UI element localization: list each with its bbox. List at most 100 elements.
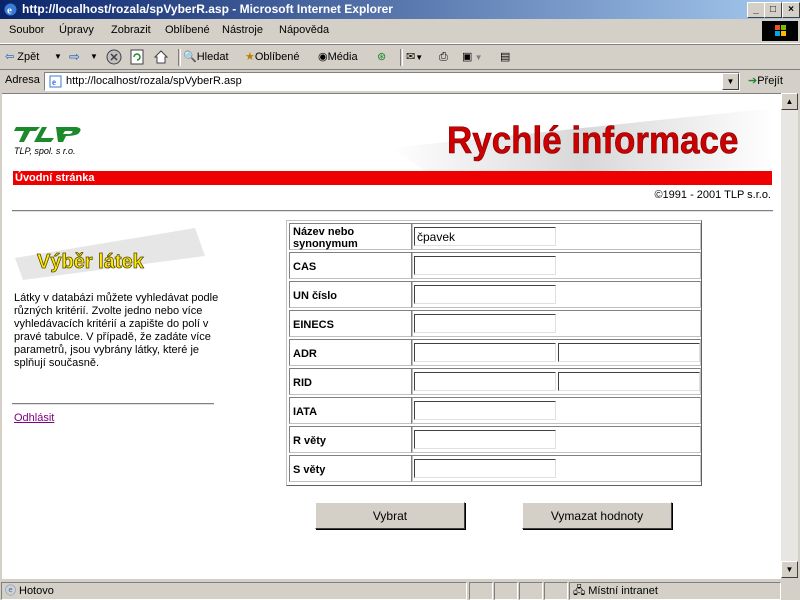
field-cell xyxy=(411,426,701,453)
reset-button[interactable]: Vymazat hodnoty xyxy=(522,502,672,529)
stop-icon xyxy=(106,49,122,65)
search-form-table: Název nebo synonymum CAS UN číslo EINECS… xyxy=(286,220,702,486)
status-text-panel: ⓔ Hotovo xyxy=(1,582,467,600)
field-label: RID xyxy=(289,368,413,395)
address-dropdown-icon[interactable]: ▼ xyxy=(722,73,739,90)
menu-upravy[interactable]: Úpravy xyxy=(59,24,94,36)
banner-title: Rychlé informace xyxy=(447,119,738,162)
adr-input[interactable] xyxy=(414,343,556,362)
form-row: ADR xyxy=(289,339,701,366)
menu-nastroje[interactable]: Nástroje xyxy=(222,24,263,36)
close-button[interactable]: × xyxy=(782,2,800,18)
menu-soubor[interactable]: Soubor xyxy=(9,24,44,36)
field-cell xyxy=(411,310,701,337)
menu-zobrazit[interactable]: Zobrazit xyxy=(111,24,151,36)
form-row: CAS xyxy=(289,252,701,279)
page-icon: e xyxy=(49,75,62,88)
s-phrases-input[interactable] xyxy=(414,459,556,478)
windows-logo-icon xyxy=(762,21,798,41)
discuss-button[interactable]: ▤ xyxy=(500,49,510,65)
history-button[interactable]: ⊛ xyxy=(377,49,386,65)
vertical-scrollbar[interactable]: ▲ ▼ xyxy=(781,93,798,578)
field-cell xyxy=(411,397,701,424)
field-cell xyxy=(411,252,701,279)
field-label: UN číslo xyxy=(289,281,413,308)
status-page-icon: ⓔ xyxy=(5,585,16,597)
divider xyxy=(12,210,773,212)
stop-button[interactable] xyxy=(106,49,122,65)
home-icon xyxy=(153,50,169,64)
zone-panel: 🖧 Místní intranet xyxy=(569,582,781,600)
iata-input[interactable] xyxy=(414,401,556,420)
menu-oblibene[interactable]: Oblíbené xyxy=(165,24,210,36)
field-label: IATA xyxy=(289,397,413,424)
form-row: EINECS xyxy=(289,310,701,337)
field-cell xyxy=(411,223,701,250)
home-button[interactable] xyxy=(153,49,169,65)
field-cell xyxy=(411,455,701,482)
logout-link[interactable]: Odhlásit xyxy=(14,412,54,424)
back-button[interactable]: ⇦ Zpět xyxy=(5,49,39,65)
section-title: Výběr látek xyxy=(37,251,145,273)
submit-button[interactable]: Vybrat xyxy=(315,502,465,529)
field-label: S věty xyxy=(289,455,413,482)
field-cell xyxy=(411,281,701,308)
home-link[interactable]: Úvodní stránka xyxy=(15,172,94,184)
field-label: Název nebo synonymum xyxy=(289,223,413,250)
forward-dropdown-icon[interactable]: ▼ xyxy=(90,49,98,65)
mail-button[interactable]: ✉▼ xyxy=(406,49,423,65)
media-button[interactable]: ◉Média xyxy=(318,49,358,65)
favorites-button[interactable]: ★Oblíbené xyxy=(245,49,300,65)
print-button[interactable]: ⎙ xyxy=(439,49,448,65)
menu-bar: Soubor Úpravy Zobrazit Oblíbené Nástroje… xyxy=(0,19,800,44)
toolbar: ⇦ Zpět ▼ ⇨ ▼ 🔍Hledat ★Oblíbené ◉Média ⊛ … xyxy=(0,44,800,70)
banner-graphic: Rychlé informace xyxy=(390,108,775,174)
title-bar[interactable]: e http://localhost/rozala/spVyberR.asp -… xyxy=(0,0,800,19)
field-cell xyxy=(411,339,701,366)
form-row: R věty xyxy=(289,426,701,453)
mail-dropdown-icon: ▼ xyxy=(415,53,424,62)
back-history-dropdown-icon[interactable]: ▼ xyxy=(54,49,62,65)
einecs-input[interactable] xyxy=(414,314,556,333)
refresh-icon xyxy=(130,49,144,65)
media-icon: ◉ xyxy=(318,51,328,63)
field-label: R věty xyxy=(289,426,413,453)
back-arrow-icon: ⇦ xyxy=(5,51,15,63)
field-label: EINECS xyxy=(289,310,413,337)
mail-icon: ✉ xyxy=(406,51,416,63)
menu-napoveda[interactable]: Nápověda xyxy=(279,24,329,36)
company-name: TLP, spol. s r.o. xyxy=(14,146,76,156)
go-button[interactable]: ➔Přejít xyxy=(748,74,783,87)
refresh-button[interactable] xyxy=(129,49,145,65)
status-bar: ⓔ Hotovo 🖧 Místní intranet xyxy=(0,580,800,600)
printer-icon: ⎙ xyxy=(439,51,448,63)
rid-input-secondary[interactable] xyxy=(558,372,700,391)
maximize-button[interactable]: □ xyxy=(764,2,782,18)
history-icon: ⊛ xyxy=(377,51,387,63)
adr-input-secondary[interactable] xyxy=(558,343,700,362)
search-icon: 🔍 xyxy=(183,51,197,63)
intranet-icon: 🖧 xyxy=(573,585,586,597)
discuss-icon: ▤ xyxy=(500,51,511,63)
forward-button[interactable]: ⇨ xyxy=(69,49,80,65)
minimize-button[interactable]: _ xyxy=(747,2,765,18)
un-number-input[interactable] xyxy=(414,285,556,304)
scroll-up-icon[interactable]: ▲ xyxy=(781,93,798,110)
address-input[interactable]: e http://localhost/rozala/spVyberR.asp xyxy=(44,72,740,91)
rid-input[interactable] xyxy=(414,372,556,391)
edit-icon: ▣ xyxy=(462,51,473,63)
cas-input[interactable] xyxy=(414,256,556,275)
name-input[interactable] xyxy=(414,227,556,246)
field-label: CAS xyxy=(289,252,413,279)
edit-button[interactable]: ▣ ▼ xyxy=(462,49,483,65)
edit-dropdown-icon: ▼ xyxy=(472,53,483,62)
r-phrases-input[interactable] xyxy=(414,430,556,449)
form-row: UN číslo xyxy=(289,281,701,308)
scroll-down-icon[interactable]: ▼ xyxy=(781,561,798,578)
form-row: IATA xyxy=(289,397,701,424)
go-arrow-icon: ➔ xyxy=(748,75,758,87)
section-title-graphic: Výběr látek xyxy=(15,228,205,280)
field-cell xyxy=(411,368,701,395)
nav-bar: Úvodní stránka xyxy=(13,171,772,185)
search-button[interactable]: 🔍Hledat xyxy=(183,49,229,65)
